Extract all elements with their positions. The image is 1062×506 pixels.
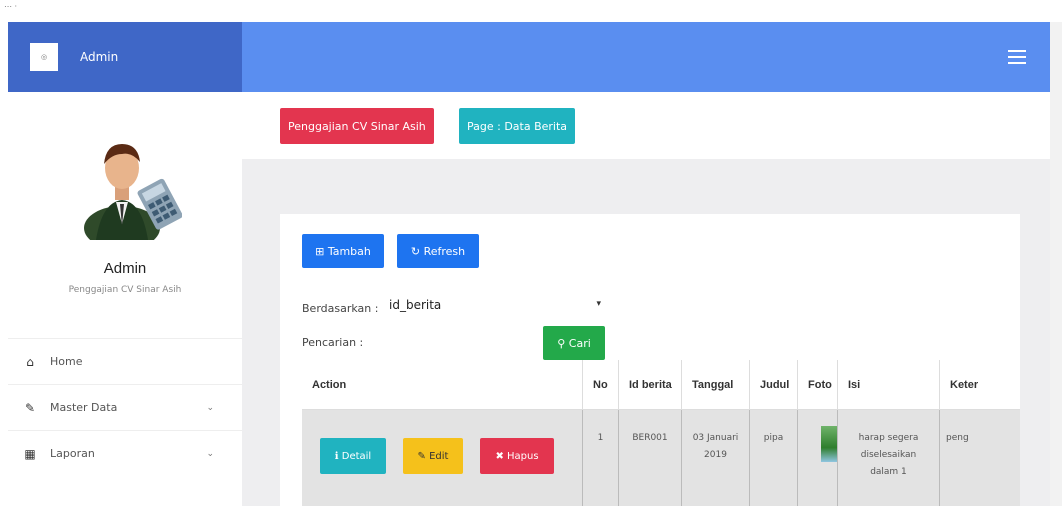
cell-tanggal: 03 Januari 2019	[682, 410, 750, 506]
info-icon: ℹ	[334, 450, 342, 462]
search-button-label: Cari	[568, 336, 591, 350]
refresh-button-label: Refresh	[423, 244, 466, 258]
sidebar-item-label: Master Data	[50, 401, 118, 414]
data-card: ⊞ Tambah ↻ Refresh Berdasarkan : id_beri…	[280, 214, 1020, 506]
cell-keterangan: peng	[946, 433, 969, 443]
chevron-down-icon: ⌄	[206, 402, 214, 413]
column-header-action: Action	[302, 360, 583, 410]
photo-thumbnail[interactable]	[821, 426, 837, 462]
page-scrollbar[interactable]	[1050, 22, 1062, 506]
chevron-down-icon: ⌄	[206, 448, 214, 459]
detail-button-label: Detail	[341, 450, 372, 462]
edit-button[interactable]: ✎ Edit	[403, 438, 463, 474]
cell-id-berita: BER001	[619, 410, 682, 506]
search-icon: ⚲	[557, 336, 569, 350]
browser-top-strip: ⋯ ·	[0, 0, 1062, 22]
sidebar-item-label: Laporan	[50, 447, 95, 460]
calendar-icon: ▦	[24, 446, 36, 461]
profile-subtitle: Penggajian CV Sinar Asih	[68, 285, 182, 295]
dropdown-arrow-icon: ▾	[596, 299, 601, 309]
data-table: Action No Id berita Tanggal Judul Foto I…	[302, 360, 1020, 506]
sidebar-item-laporan[interactable]: ▦ Laporan ⌄	[8, 430, 242, 476]
filter-select[interactable]: id_berita ▾	[385, 290, 605, 322]
page-badge: Page : Data Berita	[459, 108, 576, 144]
add-button[interactable]: ⊞ Tambah	[302, 234, 384, 268]
sidebar: Admin Penggajian CV Sinar Asih ⌂ Home ✎ …	[8, 92, 242, 506]
delete-button-label: Hapus	[507, 450, 539, 462]
column-header-keterangan: Keter	[940, 360, 1020, 410]
search-label: Pencarian :	[302, 336, 364, 349]
logo-icon: ◎	[30, 43, 58, 71]
delete-button[interactable]: ✖ Hapus	[480, 438, 554, 474]
column-header-no: No	[583, 360, 619, 410]
home-icon: ⌂	[26, 354, 34, 369]
filter-label: Berdasarkan :	[302, 302, 379, 315]
cell-judul: pipa	[750, 410, 798, 506]
detail-button[interactable]: ℹ Detail	[320, 438, 386, 474]
column-header-tanggal: Tanggal	[682, 360, 750, 410]
close-icon: ✖	[495, 450, 507, 462]
edit-button-label: Edit	[429, 450, 449, 462]
top-navbar	[242, 22, 1050, 92]
column-header-id-berita: Id berita	[619, 360, 682, 410]
brand-bar[interactable]: ◎ Admin	[8, 22, 242, 92]
window-decoration: ⋯ ·	[4, 2, 18, 11]
main-content: Penggajian CV Sinar Asih Page : Data Ber…	[242, 92, 1050, 506]
add-button-label: Tambah	[327, 244, 371, 258]
filter-select-value: id_berita	[389, 298, 442, 312]
column-header-foto: Foto	[798, 360, 838, 410]
column-header-judul: Judul	[750, 360, 798, 410]
column-header-isi: Isi	[838, 360, 940, 410]
edit-icon: ✎	[24, 400, 36, 415]
hamburger-menu-icon[interactable]	[1008, 50, 1026, 64]
brand-name: Admin	[80, 50, 119, 64]
cell-isi: harap segera diselesaikan dalam 1	[838, 410, 940, 506]
content-header: Penggajian CV Sinar Asih Page : Data Ber…	[242, 92, 1050, 159]
profile-name: Admin	[103, 260, 147, 277]
sidebar-item-label: Home	[50, 355, 83, 368]
edit-icon: ✎	[417, 450, 430, 462]
user-avatar-icon	[84, 144, 182, 240]
plus-square-icon: ⊞	[315, 244, 328, 258]
refresh-icon: ↻	[410, 244, 424, 258]
cell-no: 1	[583, 410, 619, 506]
app-badge: Penggajian CV Sinar Asih	[280, 108, 434, 144]
sidebar-item-home[interactable]: ⌂ Home	[8, 338, 242, 384]
search-input[interactable]	[384, 330, 534, 352]
search-button[interactable]: ⚲ Cari	[543, 326, 605, 360]
sidebar-item-master-data[interactable]: ✎ Master Data ⌄	[8, 384, 242, 430]
refresh-button[interactable]: ↻ Refresh	[397, 234, 479, 268]
